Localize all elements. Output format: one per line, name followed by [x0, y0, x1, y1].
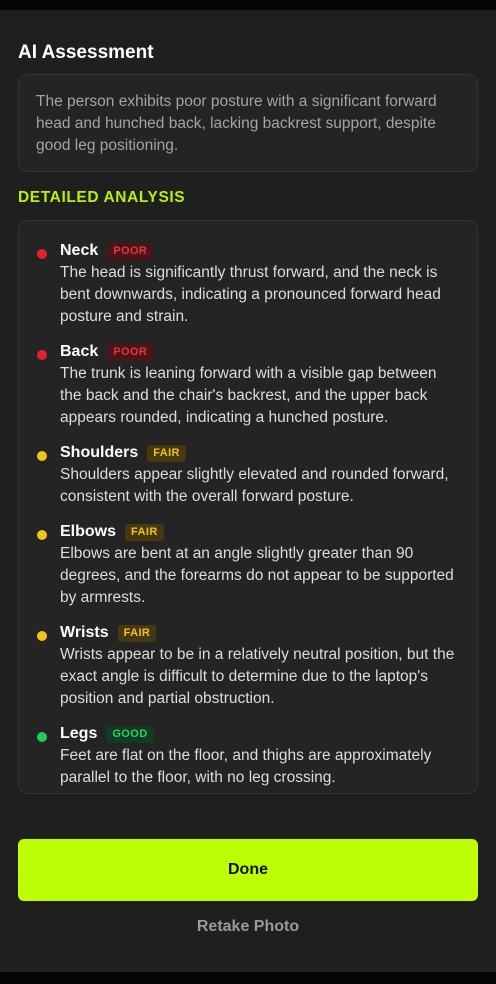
- status-badge: FAIR: [125, 523, 164, 541]
- status-badge: GOOD: [106, 725, 154, 743]
- detailed-analysis-heading: DETAILED ANALYSIS: [18, 189, 186, 206]
- analysis-item-name: Elbows: [60, 523, 117, 540]
- status-dot-icon: [37, 732, 47, 742]
- analysis-item-name: Back: [60, 343, 99, 360]
- analysis-item-header: Shoulders FAIR: [60, 443, 186, 463]
- done-button[interactable]: Done: [18, 839, 478, 901]
- status-badge: FAIR: [147, 444, 186, 462]
- assessment-summary-text: The person exhibits poor posture with a …: [36, 93, 437, 154]
- analysis-item-header: Neck POOR: [60, 241, 154, 261]
- analysis-item-header: Elbows FAIR: [60, 522, 164, 542]
- status-dot-icon: [37, 451, 47, 461]
- status-badge: POOR: [107, 242, 154, 260]
- analysis-item-description: The head is significantly thrust forward…: [60, 264, 441, 325]
- analysis-item-name: Shoulders: [60, 444, 139, 461]
- analysis-item-description: Feet are flat on the floor, and thighs a…: [60, 747, 432, 786]
- analysis-item-description: Shoulders appear slightly elevated and r…: [60, 466, 449, 505]
- status-badge: POOR: [107, 343, 154, 361]
- status-dot-icon: [37, 530, 47, 540]
- analysis-item-description: Wrists appear to be in a relatively neut…: [60, 646, 455, 707]
- status-dot-icon: [37, 249, 47, 259]
- status-dot-icon: [37, 631, 47, 641]
- status-badge: FAIR: [117, 624, 157, 642]
- retake-photo-button[interactable]: Retake Photo: [0, 918, 496, 936]
- page-title: AI Assessment: [18, 42, 154, 63]
- analysis-item-name: Neck: [60, 242, 99, 259]
- analysis-item-header: Wrists FAIR: [60, 623, 157, 643]
- system-nav-bar: [0, 972, 496, 984]
- analysis-item-header: Back POOR: [60, 342, 154, 362]
- analysis-item-name: Legs: [60, 725, 98, 742]
- analysis-item-header: Legs GOOD: [60, 724, 154, 744]
- status-dot-icon: [37, 350, 47, 360]
- detailed-analysis-card: Neck POOR The head is significantly thru…: [18, 220, 478, 794]
- analysis-item-description: Elbows are bent at an angle slightly gre…: [60, 545, 454, 606]
- analysis-item-name: Wrists: [60, 624, 109, 641]
- analysis-item-description: The trunk is leaning forward with a visi…: [60, 365, 437, 426]
- assessment-summary-card: The person exhibits poor posture with a …: [18, 74, 478, 172]
